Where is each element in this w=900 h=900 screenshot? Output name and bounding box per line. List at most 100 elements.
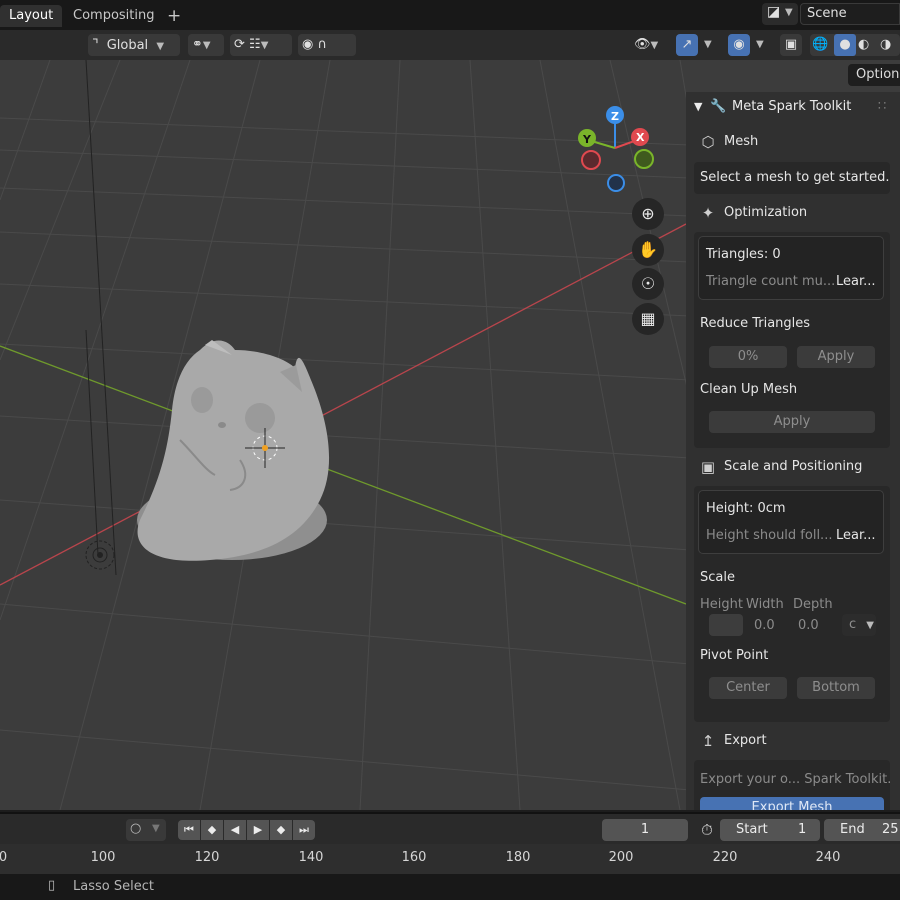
export-mesh-button[interactable]: Export Mesh (700, 797, 884, 810)
panel-header[interactable]: ▼ 🔧 Meta Spark Toolkit ∷ (686, 92, 900, 122)
camera-view-button[interactable]: ☉ (632, 268, 664, 300)
optimization-body: Triangles: 0 Triangle count mu... Lear..… (694, 232, 890, 448)
keying-dropdown[interactable]: ○ ▼ (126, 819, 166, 841)
start-frame-field[interactable]: Start 1 (720, 819, 820, 841)
current-frame-field[interactable]: 1 (602, 819, 688, 841)
tab-layout[interactable]: Layout (0, 5, 63, 27)
next-keyframe-button[interactable]: ◆ (270, 820, 292, 840)
pivot-point-dropdown[interactable]: ⚭▼ (188, 34, 224, 56)
scale-heading: Scale (700, 570, 735, 585)
options-dropdown[interactable]: Options (848, 64, 900, 86)
frame-tick: 0 (0, 850, 8, 865)
export-heading: Export (724, 733, 767, 748)
scale-positioning-heading: Scale and Positioning (724, 459, 863, 474)
jump-start-icon: ⏮ (184, 823, 194, 836)
ghost-mesh[interactable] (137, 340, 330, 561)
triangles-note: Triangle count mu... (706, 274, 836, 289)
mouse-left-icon: ▯ (48, 878, 56, 893)
proportional-edit-dropdown[interactable]: ◉ ∩ (298, 34, 356, 56)
scene-selector-button[interactable]: ◪ ▼ (762, 3, 798, 25)
pivot-point-heading: Pivot Point (700, 648, 769, 663)
xray-icon: ▣ (784, 37, 798, 52)
zoom-in-icon: ⊕ (641, 204, 655, 223)
pivot-bottom-button[interactable]: Bottom (797, 677, 875, 699)
prev-keyframe-button[interactable]: ◆ (201, 820, 223, 840)
gizmo-y-label: Y (582, 133, 592, 146)
tools-icon: 🔧 (710, 99, 727, 114)
scale-width-field[interactable]: 0.0 (754, 618, 775, 633)
jump-to-start-button[interactable]: ⏮ (178, 820, 200, 840)
scale-depth-field[interactable]: 0.0 (798, 618, 819, 633)
scale-positioning-section-header[interactable]: ▣ Scale and Positioning (694, 453, 894, 481)
grid-icon: ▦ (640, 309, 656, 328)
x-axis-line (0, 223, 687, 586)
panel-title: Meta Spark Toolkit (732, 99, 852, 114)
play-reverse-icon: ◀ (230, 823, 240, 836)
frame-tick: 140 (298, 850, 324, 865)
pan-button[interactable]: ✋ (632, 234, 664, 266)
scale-height-field[interactable] (709, 614, 743, 636)
cleanup-apply-button[interactable]: Apply (709, 411, 875, 433)
gizmo-options-chevron-icon[interactable]: ▼ (704, 34, 712, 56)
reduce-triangles-heading: Reduce Triangles (700, 316, 811, 331)
height-learn-link[interactable]: Lear... (836, 528, 876, 543)
scale-col-width: Width (746, 597, 784, 612)
triangles-count: Triangles: 0 (706, 247, 781, 262)
chevron-down-icon: ▼ (202, 40, 211, 51)
end-frame-field[interactable]: End 25 (824, 819, 900, 841)
hand-icon: ✋ (638, 240, 658, 259)
chevron-down-icon: ▼ (650, 40, 659, 51)
perspective-toggle-button[interactable]: ▦ (632, 303, 664, 335)
next-keyframe-icon: ◆ (276, 823, 286, 836)
material-shading-icon[interactable]: ◐ (858, 34, 869, 56)
wireframe-shading-icon[interactable]: 🌐 (812, 34, 828, 56)
stopwatch-icon[interactable]: ⏱ (696, 819, 718, 841)
solid-shading-icon[interactable]: ● (834, 34, 856, 56)
falloff-icon: ∩ (317, 37, 327, 52)
shading-modes-group: 🌐 ● ◐ ◑ (810, 34, 900, 56)
optimization-section-header[interactable]: ✦ Optimization (694, 199, 894, 227)
triangles-info-box: Triangles: 0 Triangle count mu... Lear..… (698, 236, 884, 300)
drag-handle-icon[interactable]: ∷ (878, 92, 886, 122)
chevron-down-icon: ▼ (866, 620, 874, 631)
overlays-toggle-button[interactable]: ◉ (728, 34, 750, 56)
export-section-header[interactable]: ↥ Export (694, 727, 894, 755)
gizmo-icon: ↗ (681, 37, 693, 52)
frame-tick: 240 (815, 850, 841, 865)
transform-orientation-dropdown[interactable]: ⌝ Global ▼ (88, 34, 180, 56)
mesh-hint: Select a mesh to get started. (700, 170, 890, 185)
reduce-percent-field[interactable]: 0% (709, 346, 787, 368)
gizmo-toggle-button[interactable]: ↗ (676, 34, 698, 56)
visibility-dropdown[interactable]: 👁▼ (632, 34, 668, 56)
jump-to-end-button[interactable]: ⏭ (293, 820, 315, 840)
chevron-down-icon: ▼ (785, 7, 793, 18)
tab-compositing[interactable]: Compositing (64, 5, 164, 27)
snap-dropdown[interactable]: ⟳ ☷▼ (230, 34, 292, 56)
optimization-heading: Optimization (724, 205, 808, 220)
unit-label: c (849, 617, 857, 632)
xray-toggle-button[interactable]: ▣ (780, 34, 802, 56)
snap-icon: ⟳ (234, 37, 245, 52)
reduce-apply-button[interactable]: Apply (797, 346, 875, 368)
chevron-down-icon: ▼ (152, 823, 160, 834)
unit-dropdown[interactable]: c ▼ (842, 614, 876, 636)
height-value: Height: 0cm (706, 501, 786, 516)
orientation-label: Global (106, 38, 149, 53)
timeline-ruler[interactable]: 0 100 120 140 160 180 200 220 240 (0, 844, 900, 874)
play-reverse-button[interactable]: ◀ (224, 820, 246, 840)
overlays-options-chevron-icon[interactable]: ▼ (756, 34, 764, 56)
scene-icon: ◪ (767, 4, 781, 20)
triangles-learn-link[interactable]: Lear... (836, 274, 876, 289)
height-info-box: Height: 0cm Height should foll... Lear..… (698, 490, 884, 554)
rendered-shading-icon[interactable]: ◑ (880, 34, 891, 56)
frame-tick: 160 (401, 850, 427, 865)
pivot-center-button[interactable]: Center (709, 677, 787, 699)
lasso-select-hint: Lasso Select (73, 879, 154, 894)
frame-tick: 180 (505, 850, 531, 865)
light-object[interactable] (85, 60, 117, 576)
zoom-button[interactable]: ⊕ (632, 198, 664, 230)
scene-name-field[interactable]: Scene (800, 3, 900, 25)
mesh-section-header[interactable]: ⬡ Mesh (694, 128, 894, 156)
play-button[interactable]: ▶ (247, 820, 269, 840)
add-workspace-button[interactable]: + (158, 5, 190, 27)
